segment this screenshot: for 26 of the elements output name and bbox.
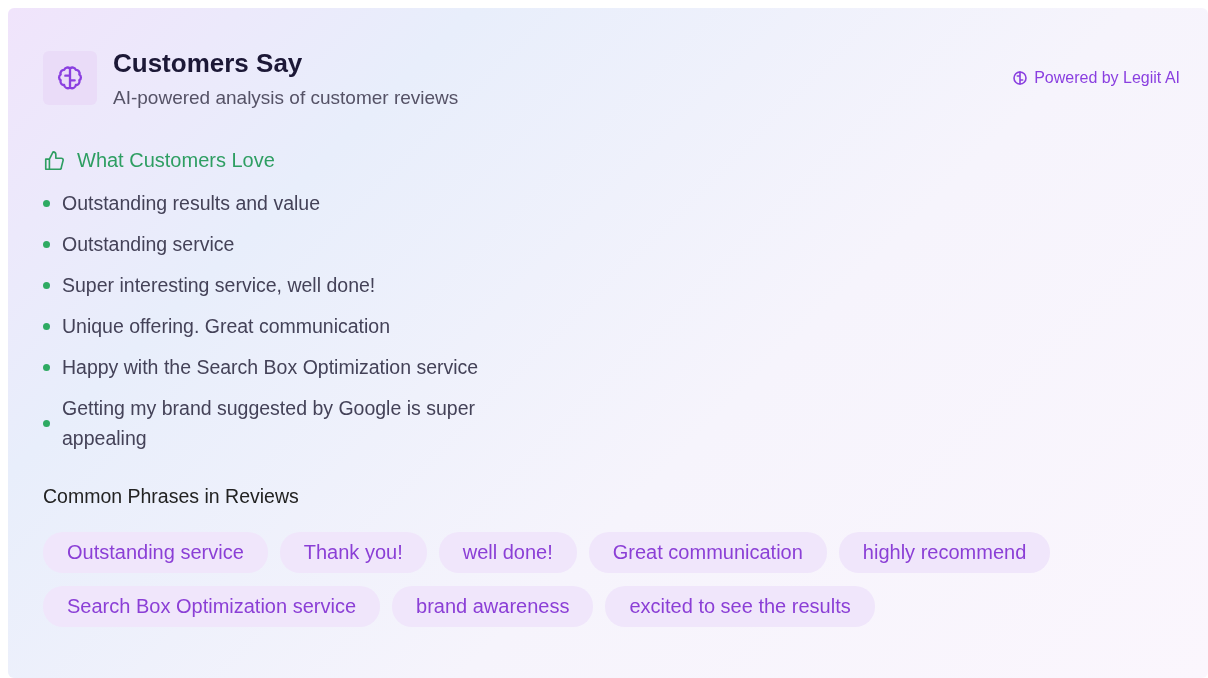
phrase-tag: Outstanding service	[43, 532, 268, 573]
card-title: Customers Say	[113, 48, 304, 79]
phrase-tag: well done!	[438, 532, 577, 573]
bullet-dot	[43, 240, 50, 248]
card-subtitle: AI-powered analysis of customer reviews	[113, 87, 459, 109]
bullet-dot	[43, 363, 50, 371]
bullet-dot	[43, 419, 50, 427]
thumbs-up-icon	[43, 149, 65, 172]
phrase-tag: highly recommend	[838, 532, 1051, 573]
bullet-dot	[43, 281, 50, 289]
phrase-tag: Search Box Optimization service	[43, 586, 380, 627]
review-point: Getting my brand suggested by Google is super appealing	[62, 396, 476, 451]
phrase-tag: excited to see the results	[605, 586, 875, 627]
review-point: Unique offering. Great communication	[62, 314, 391, 339]
phrase-tag: Great communication	[588, 532, 827, 573]
phrase-tag: brand awareness	[392, 586, 594, 627]
section-heading: Common Phrases in Reviews	[43, 485, 300, 508]
bullet-dot	[43, 322, 50, 330]
bullet-dot	[43, 199, 50, 207]
review-point: Outstanding service	[62, 232, 235, 257]
powered-by-label: Powered by Legiit AI	[1034, 69, 1180, 87]
phrase-tag: Thank you!	[279, 532, 427, 573]
review-point: Super interesting service, well done!	[62, 273, 376, 298]
review-point: Happy with the Search Box Optimization service	[62, 355, 479, 380]
review-point: Outstanding results and value	[62, 191, 320, 216]
section-heading: What Customers Love	[77, 149, 275, 172]
